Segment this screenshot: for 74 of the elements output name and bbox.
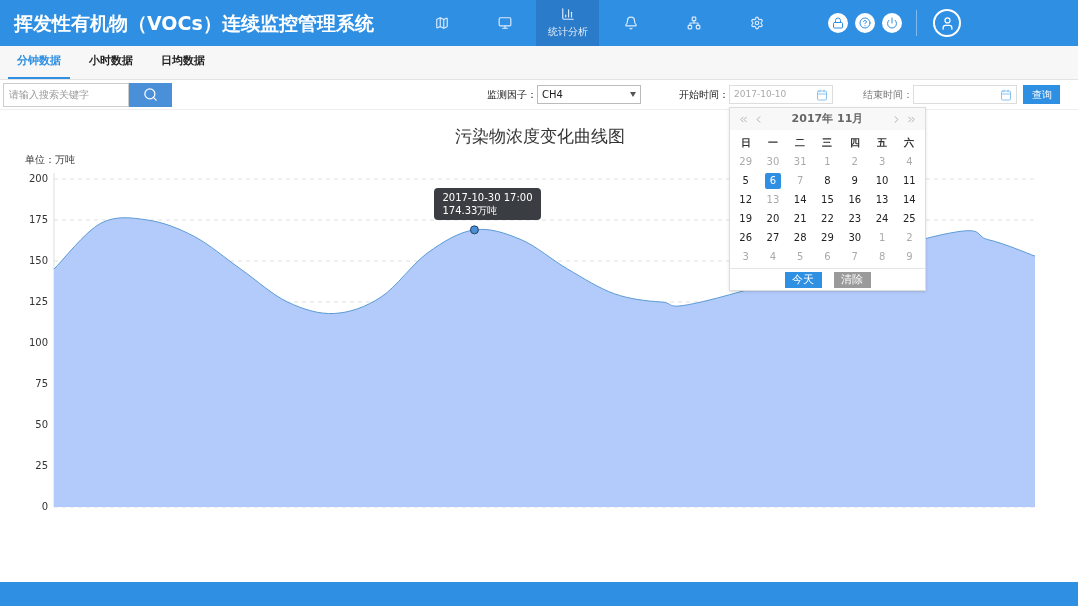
y-tick-label: 150	[28, 255, 48, 266]
tab[interactable]: 小时数据	[80, 46, 142, 79]
calendar-day[interactable]: 13	[874, 191, 891, 208]
weekday-label: 六	[903, 136, 916, 150]
calendar-day[interactable]: 15	[819, 191, 836, 208]
calendar-day[interactable]: 20	[764, 210, 781, 227]
monitor-icon	[497, 16, 512, 30]
calendar-day[interactable]: 10	[874, 172, 891, 189]
y-tick-label: 75	[35, 378, 48, 389]
data-point[interactable]	[469, 225, 479, 235]
calendar-title: 2017年 11月	[791, 110, 864, 127]
calendar-day[interactable]: 5	[737, 172, 754, 189]
factor-label: 监测因子：	[487, 88, 537, 102]
calendar-day[interactable]: 28	[792, 229, 809, 246]
search-field[interactable]: 请输入搜索关键字	[3, 82, 129, 107]
weekday-label: 三	[821, 136, 834, 150]
y-tick-label: 25	[35, 460, 48, 471]
calendar-day[interactable]: 29	[819, 229, 836, 246]
y-tick-label: 200	[28, 173, 48, 184]
y-tick-label: 50	[35, 419, 48, 430]
search-icon	[143, 87, 158, 102]
unit-label: 单位：万吨	[25, 152, 75, 167]
tooltip-value: 174.33万吨	[442, 203, 499, 217]
network-icon	[686, 16, 701, 30]
factor-select[interactable]: CH4	[537, 85, 641, 104]
y-tick-label: 175	[28, 214, 48, 225]
help-icon	[859, 17, 871, 29]
bell-icon	[623, 16, 638, 30]
tooltip-time: 2017-10-30 17:00	[442, 190, 533, 204]
weekday-label: 五	[876, 136, 889, 150]
calendar-day[interactable]: 9	[846, 172, 863, 189]
chart-title: 污染物浓度变化曲线图	[455, 125, 625, 148]
power-icon	[886, 17, 898, 29]
weekday-label: 四	[848, 136, 861, 150]
avatar[interactable]	[933, 9, 961, 37]
tab[interactable]: 日均数据	[152, 46, 214, 79]
calendar-day[interactable]: 27	[764, 229, 781, 246]
end-time-label: 结束时间：	[863, 88, 913, 102]
power-button[interactable]	[882, 13, 902, 33]
calendar-day[interactable]: 22	[819, 210, 836, 227]
calendar-day[interactable]: 19	[737, 210, 754, 227]
gear-icon	[749, 16, 764, 30]
calendar-day[interactable]: 25	[901, 210, 918, 227]
start-time-label: 开始时间：	[679, 88, 729, 102]
calendar-icon	[816, 88, 828, 101]
calendar-day[interactable]: 21	[792, 210, 809, 227]
calendar-day[interactable]: 11	[901, 172, 918, 189]
lock-button[interactable]	[828, 13, 848, 33]
chart-icon	[560, 7, 575, 21]
calendar-day[interactable]: 24	[874, 210, 891, 227]
dropdown-caret-icon	[630, 92, 636, 97]
search-button[interactable]	[129, 82, 172, 107]
y-tick-label: 0	[41, 501, 48, 512]
calendar-icon	[1000, 88, 1012, 101]
lock-icon	[832, 17, 844, 29]
nav-item[interactable]: 统计分析	[536, 0, 599, 46]
calendar-day[interactable]: 14	[792, 191, 809, 208]
calendar-day[interactable]: 23	[846, 210, 863, 227]
help-button[interactable]	[855, 13, 875, 33]
calendar-day[interactable]: 8	[819, 172, 836, 189]
calendar-day[interactable]: 26	[737, 229, 754, 246]
y-tick-label: 100	[28, 337, 48, 348]
calendar-day[interactable]: 12	[737, 191, 754, 208]
calendar-day[interactable]: 30	[846, 229, 863, 246]
calendar-day[interactable]: 14	[901, 191, 918, 208]
weekday-label: 日	[739, 136, 752, 150]
weekday-label: 一	[766, 136, 779, 150]
map-icon	[434, 16, 449, 30]
app-title: 挥发性有机物（VOCs）连续监控管理系统	[12, 10, 375, 36]
y-tick-label: 125	[28, 296, 48, 307]
calendar-day[interactable]: 16	[846, 191, 863, 208]
user-icon	[939, 15, 955, 31]
weekday-label: 二	[794, 136, 807, 150]
end-date-field[interactable]	[913, 85, 1017, 104]
